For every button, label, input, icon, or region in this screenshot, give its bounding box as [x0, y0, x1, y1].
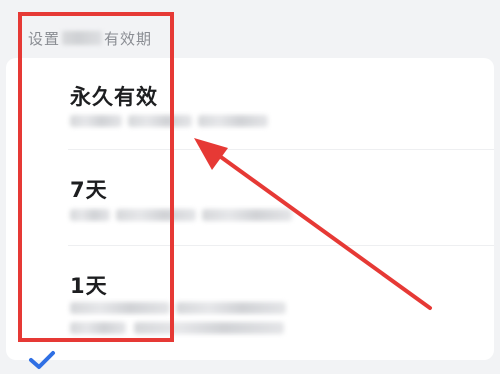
option-permanent[interactable]: 永久有效 — [6, 58, 494, 150]
option-label: 7天 — [70, 178, 108, 202]
redacted-description — [134, 322, 284, 334]
validity-options-list: 永久有效 7天 1天 — [6, 58, 494, 369]
section-title: 设置 有效期 — [28, 26, 152, 50]
redacted-description — [70, 115, 122, 127]
option-label: 永久有效 — [70, 85, 158, 109]
section-title-suffix: 有效期 — [104, 29, 153, 48]
checkmark-icon — [29, 351, 55, 369]
validity-settings-page: 设置 有效期 永久有效 7天 1天 — [0, 0, 500, 374]
option-1-day[interactable]: 1天 — [6, 246, 494, 369]
redacted-description — [128, 115, 192, 127]
section-title-prefix: 设置 — [28, 29, 61, 48]
option-7-days[interactable]: 7天 — [6, 150, 494, 246]
redacted-description — [70, 302, 170, 314]
redacted-description — [70, 209, 110, 221]
option-label: 1天 — [70, 274, 108, 298]
redacted-description — [70, 322, 126, 334]
redacted-description — [176, 302, 286, 314]
redacted-text — [62, 31, 103, 45]
redacted-description — [116, 209, 196, 221]
redacted-description — [202, 209, 292, 221]
redacted-description — [198, 115, 268, 127]
